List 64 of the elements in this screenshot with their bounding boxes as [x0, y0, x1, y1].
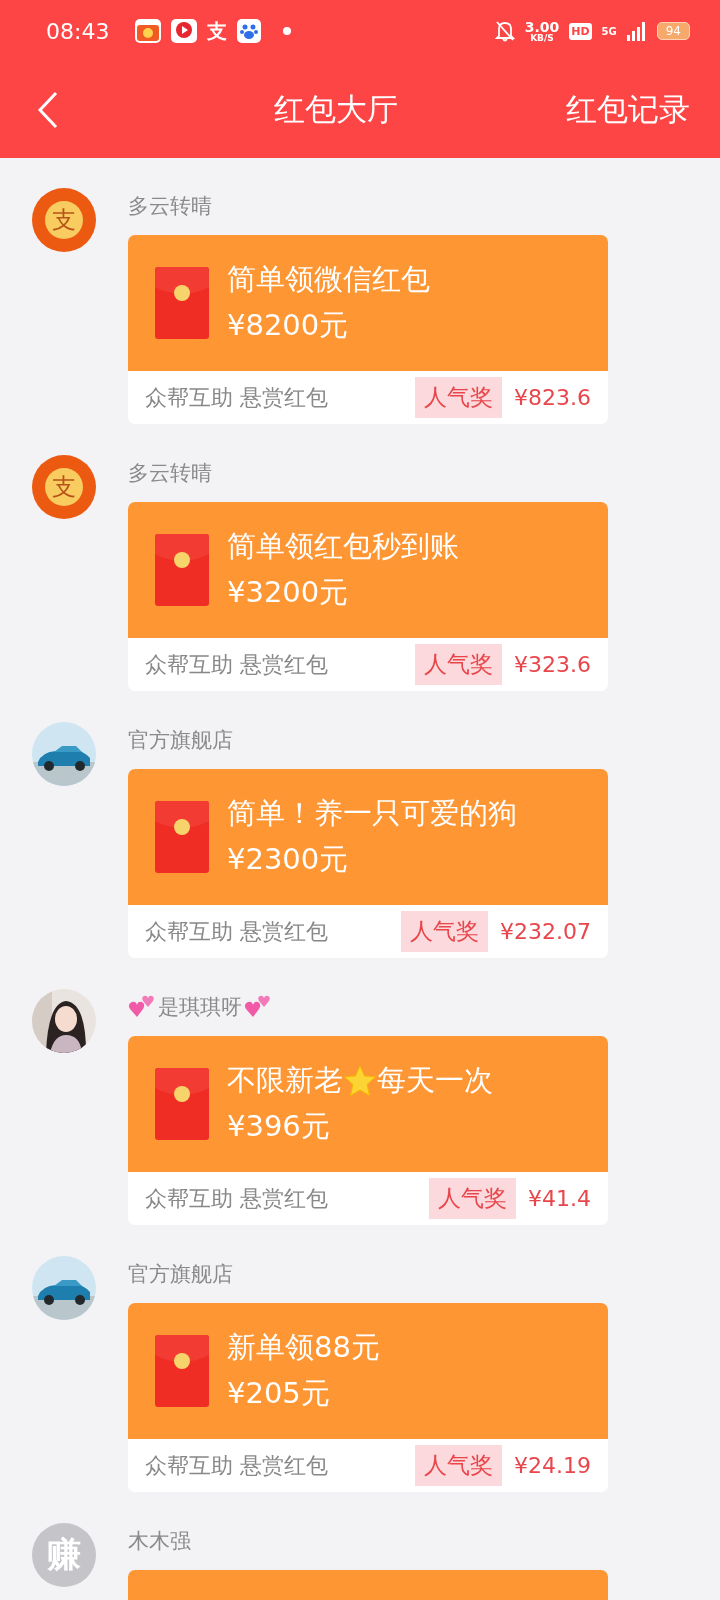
battery-indicator: 94 — [656, 22, 690, 40]
reward-amount: ¥24.19 — [514, 1453, 591, 1478]
app-glyph: 支 — [207, 17, 228, 45]
reward-amount: ¥823.6 — [514, 385, 591, 410]
packet-card[interactable]: 简单领红包秒到账 ¥3200元 众帮互助 悬赏红包 人气奖 ¥323.6 — [128, 502, 608, 691]
envelope-icon — [155, 1068, 209, 1140]
card-title: 每天一次 — [377, 1062, 493, 1099]
card-title: 新单领88元 — [227, 1329, 380, 1366]
video-app-icon — [171, 19, 198, 43]
award-tag: 人气奖 — [415, 644, 502, 685]
card-footer-text: 众帮互助 悬赏红包 — [145, 1451, 329, 1480]
award-tag: 人气奖 — [415, 377, 502, 418]
card-title: 简单领红包秒到账 — [227, 528, 459, 565]
reward-amount: ¥232.07 — [500, 919, 591, 944]
page-title: 红包大厅 — [273, 90, 399, 129]
envelope-icon — [155, 267, 209, 339]
envelope-icon — [155, 1335, 209, 1407]
amount: ¥205元 — [227, 1375, 331, 1412]
user-name: 多云转晴 — [128, 460, 212, 487]
records-link[interactable]: 红包记录 — [566, 89, 690, 131]
envelope-icon — [155, 534, 209, 606]
amount: ¥2300元 — [227, 841, 350, 878]
avatar-logo: 支 — [45, 468, 83, 506]
packet-card[interactable]: 简单领微信红包 ¥8200元 众帮互助 悬赏红包 人气奖 ¥823.6 — [128, 235, 608, 424]
card-footer-text: 众帮互助 悬赏红包 — [145, 383, 329, 412]
mute-bell-icon — [494, 20, 515, 42]
net-speed: 3.00 — [524, 19, 560, 34]
award-tag: 人气奖 — [429, 1178, 516, 1219]
user-name: 官方旗舰店 — [128, 727, 233, 754]
card-title: 不限新老 — [227, 1062, 343, 1099]
card-footer-text: 众帮互助 悬赏红包 — [145, 650, 329, 679]
status-time: 08:43 — [46, 18, 110, 44]
back-icon — [36, 90, 60, 130]
user-name: 多云转晴 — [128, 193, 212, 220]
award-tag: 人气奖 — [415, 1445, 502, 1486]
user-name: 木木强 — [128, 1528, 191, 1555]
card-title: 简单！养一只可爱的狗 — [227, 795, 517, 832]
amount: ¥8200元 — [227, 307, 350, 344]
avatar-logo: 支 — [45, 201, 83, 239]
packet-card[interactable]: 新单领88元 ¥205元 众帮互助 悬赏红包 人气奖 ¥24.19 — [128, 1303, 608, 1492]
card-footer-text: 众帮互助 悬赏红包 — [145, 917, 329, 946]
packet-card[interactable]: 简单！养一只可爱的狗 ¥2300元 众帮互助 悬赏红包 人气奖 ¥232.07 — [128, 769, 608, 958]
reward-amount: ¥323.6 — [514, 652, 591, 677]
user-name: 是琪琪呀 — [158, 994, 242, 1021]
paw-app-icon — [237, 19, 262, 43]
hearts-icon — [128, 993, 156, 1019]
star-icon — [343, 1065, 377, 1097]
dot-icon — [283, 27, 292, 35]
award-tag: 人气奖 — [401, 911, 488, 952]
card-footer-text: 众帮互助 悬赏红包 — [145, 1184, 329, 1213]
envelope-icon — [155, 801, 209, 873]
user-name: 官方旗舰店 — [128, 1261, 233, 1288]
amount: ¥396元 — [227, 1108, 331, 1145]
hearts-icon — [244, 993, 272, 1019]
net-speed-unit: KB/S — [530, 33, 554, 43]
signal-icon — [626, 21, 647, 41]
amount: ¥3200元 — [227, 574, 350, 611]
reward-amount: ¥41.4 — [528, 1186, 591, 1211]
avatar: 赚 — [32, 1523, 96, 1587]
packet-card[interactable]: 不限新老 每天一次 ¥396元 众帮互助 悬赏红包 人气奖 ¥41.4 — [128, 1036, 608, 1225]
network-type: 5G — [601, 25, 617, 37]
hd-indicator: HD — [569, 22, 592, 40]
card-title: 简单领微信红包 — [227, 261, 430, 298]
app-icon — [135, 19, 162, 43]
